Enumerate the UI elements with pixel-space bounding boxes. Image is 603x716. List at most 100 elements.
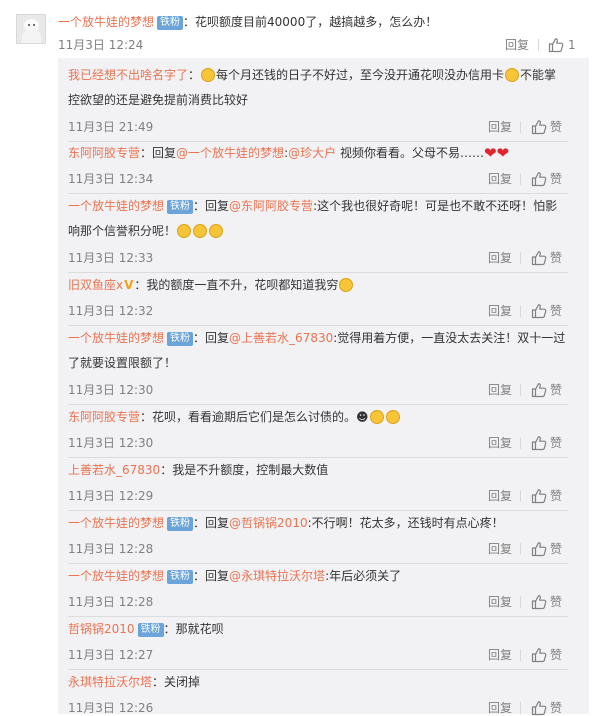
action-divider <box>520 490 521 502</box>
reply-text: 永琪特拉沃尔塔：关闭掉 <box>68 675 201 689</box>
like-thumb-icon[interactable] <box>548 37 564 53</box>
action-divider <box>520 121 521 133</box>
mention-link[interactable]: @一个放牛娃的梦想 <box>176 146 284 160</box>
fan-badge[interactable]: 铁粉 <box>167 332 194 346</box>
like-button[interactable]: 赞 <box>550 436 562 450</box>
reply-button[interactable]: 回复 <box>488 304 512 318</box>
reply-button[interactable]: 回复 <box>488 648 512 662</box>
like-button[interactable]: 赞 <box>550 542 562 556</box>
reply-button[interactable]: 回复 <box>488 701 512 715</box>
action-divider <box>520 702 521 714</box>
reply-username[interactable]: 永琪特拉沃尔塔 <box>68 675 152 689</box>
reply-username[interactable]: 东阿阿胶专营 <box>68 410 140 424</box>
reply-button[interactable]: 回复 <box>488 172 512 186</box>
like-button[interactable]: 赞 <box>550 648 562 662</box>
reply-time: 11月3日 12:30 <box>68 436 154 450</box>
like-thumb-icon[interactable] <box>531 119 547 135</box>
like-button[interactable]: 赞 <box>550 383 562 397</box>
fan-badge[interactable]: 铁粉 <box>157 16 184 30</box>
like-button[interactable]: 赞 <box>550 701 562 715</box>
like-button[interactable]: 赞 <box>550 251 562 265</box>
comment-body: 花呗额度目前40000了，越搞越多，怎么办！ <box>195 15 438 29</box>
fan-badge[interactable]: 铁粉 <box>167 200 194 214</box>
like-thumb-icon[interactable] <box>531 594 547 610</box>
reply-text: 一个放牛娃的梦想 铁粉 ：回复@哲锅锅2010:不行啊！花太多，还钱时有点心疼！ <box>68 516 504 531</box>
mention-link[interactable]: @珍大户 <box>288 146 336 160</box>
fan-badge[interactable]: 铁粉 <box>167 570 194 584</box>
crying-laugh-emoji-icon <box>177 224 192 238</box>
like-thumb-icon[interactable] <box>531 647 547 663</box>
reply-button[interactable]: 回复 <box>488 436 512 450</box>
action-divider <box>520 384 521 396</box>
reply-time: 11月3日 12:34 <box>68 172 154 186</box>
action-divider <box>520 543 521 555</box>
mention-link[interactable]: @东阿阿胶专营 <box>229 199 313 213</box>
like-thumb-icon[interactable] <box>531 382 547 398</box>
reply-item: 旧双鱼座xV：我的额度一直不升，花呗都知道我穷 11月3日 12:32 回复 赞 <box>68 273 579 326</box>
like-thumb-icon[interactable] <box>531 303 547 319</box>
reply-item: 一个放牛娃的梦想 铁粉 ：回复@永琪特拉沃尔塔:年后必须关了 11月3日 12:28… <box>68 564 579 617</box>
reply-time: 11月3日 12:29 <box>68 489 154 503</box>
reply-time: 11月3日 12:28 <box>68 542 154 556</box>
like-button[interactable]: 赞 <box>550 489 562 503</box>
comment-thread: 一个放牛娃的梦想 铁粉 ：花呗额度目前40000了，越搞越多，怎么办！ 11月3日 … <box>0 0 603 714</box>
reply-username[interactable]: 一个放牛娃的梦想 <box>68 199 164 213</box>
comment-time: 11月3日 12:24 <box>58 38 144 52</box>
poodle-avatar-icon[interactable] <box>16 14 46 44</box>
reply-button[interactable]: 回复 <box>488 120 512 134</box>
reply-time: 11月3日 21:49 <box>68 120 154 134</box>
crying-laugh-emoji-icon <box>505 68 520 82</box>
reply-time: 11月3日 12:26 <box>68 701 154 715</box>
reply-time: 11月3日 12:30 <box>68 383 154 397</box>
reply-button[interactable]: 回复 <box>488 251 512 265</box>
reply-button[interactable]: 回复 <box>488 595 512 609</box>
red-heart-icon: ❤❤ <box>483 144 510 162</box>
like-thumb-icon[interactable] <box>531 488 547 504</box>
mention-link[interactable]: @永琪特拉沃尔塔 <box>229 569 325 583</box>
mention-link[interactable]: @上善若水_67830 <box>229 331 333 345</box>
fan-badge[interactable]: 铁粉 <box>167 517 194 531</box>
reply-button[interactable]: 回复 <box>505 38 529 52</box>
reply-username[interactable]: 东阿阿胶专营 <box>68 146 140 160</box>
reply-text: 一个放牛娃的梦想 铁粉 ：回复@永琪特拉沃尔塔:年后必须关了 <box>68 569 402 584</box>
reply-username[interactable]: 一个放牛娃的梦想 <box>68 331 164 345</box>
reply-username[interactable]: 一个放牛娃的梦想 <box>68 569 164 583</box>
reply-text: 一个放牛娃的梦想 铁粉 ：回复@上善若水_67830:觉得用着方便，一直没太去关注！… <box>68 331 566 370</box>
reply-username[interactable]: 上善若水_67830 <box>68 463 160 477</box>
reply-username[interactable]: 一个放牛娃的梦想 <box>68 516 164 530</box>
grin-emoji-icon <box>339 278 354 292</box>
fan-badge[interactable]: 铁粉 <box>137 623 164 637</box>
reply-time: 11月3日 12:32 <box>68 304 154 318</box>
like-button[interactable]: 赞 <box>550 595 562 609</box>
action-divider <box>520 649 521 661</box>
reply-item: 永琪特拉沃尔塔：关闭掉 11月3日 12:26 回复 赞 <box>68 670 579 714</box>
crying-laugh-emoji-icon <box>193 224 208 238</box>
action-divider <box>520 173 521 185</box>
action-divider <box>520 305 521 317</box>
reply-username[interactable]: 旧双鱼座x <box>68 278 123 292</box>
reply-time: 11月3日 12:33 <box>68 251 154 265</box>
reply-username[interactable]: 我已经想不出啥名字了 <box>68 68 188 82</box>
reply-text: 东阿阿胶专营：花呗，看看逾期后它们是怎么讨债的。☻ <box>68 405 568 430</box>
action-divider <box>538 39 539 51</box>
like-thumb-icon[interactable] <box>531 435 547 451</box>
like-thumb-icon[interactable] <box>531 250 547 266</box>
reply-item: 东阿阿胶专营：回复@一个放牛娃的梦想:@珍大户 视频你看看。父母不易……❤❤ 1… <box>68 141 579 194</box>
like-count: 1 <box>568 38 576 52</box>
like-thumb-icon[interactable] <box>531 541 547 557</box>
crying-laugh-emoji-icon <box>201 68 216 82</box>
mention-link[interactable]: @哲锅锅2010 <box>229 516 308 530</box>
reply-text: 我已经想不出啥名字了： 每个月还钱的日子不好过，至今没开通花呗没办信用卡 不能掌控欲… <box>68 68 557 107</box>
like-thumb-icon[interactable] <box>531 171 547 187</box>
reply-button[interactable]: 回复 <box>488 542 512 556</box>
comment-username[interactable]: 一个放牛娃的梦想 <box>58 15 154 29</box>
like-button[interactable]: 赞 <box>550 120 562 134</box>
reply-item: 我已经想不出啥名字了： 每个月还钱的日子不好过，至今没开通花呗没办信用卡 不能掌控欲… <box>68 63 579 142</box>
reply-button[interactable]: 回复 <box>488 489 512 503</box>
like-button[interactable]: 赞 <box>550 172 562 186</box>
reply-item: 一个放牛娃的梦想 铁粉 ：回复@东阿阿胶专营:这个我也很好奇呢！可是也不敢不还呀！怕… <box>68 194 579 273</box>
crying-laugh-emoji-icon <box>369 410 384 424</box>
reply-username[interactable]: 哲锅锅2010 <box>68 622 135 636</box>
reply-button[interactable]: 回复 <box>488 383 512 397</box>
like-button[interactable]: 赞 <box>550 304 562 318</box>
